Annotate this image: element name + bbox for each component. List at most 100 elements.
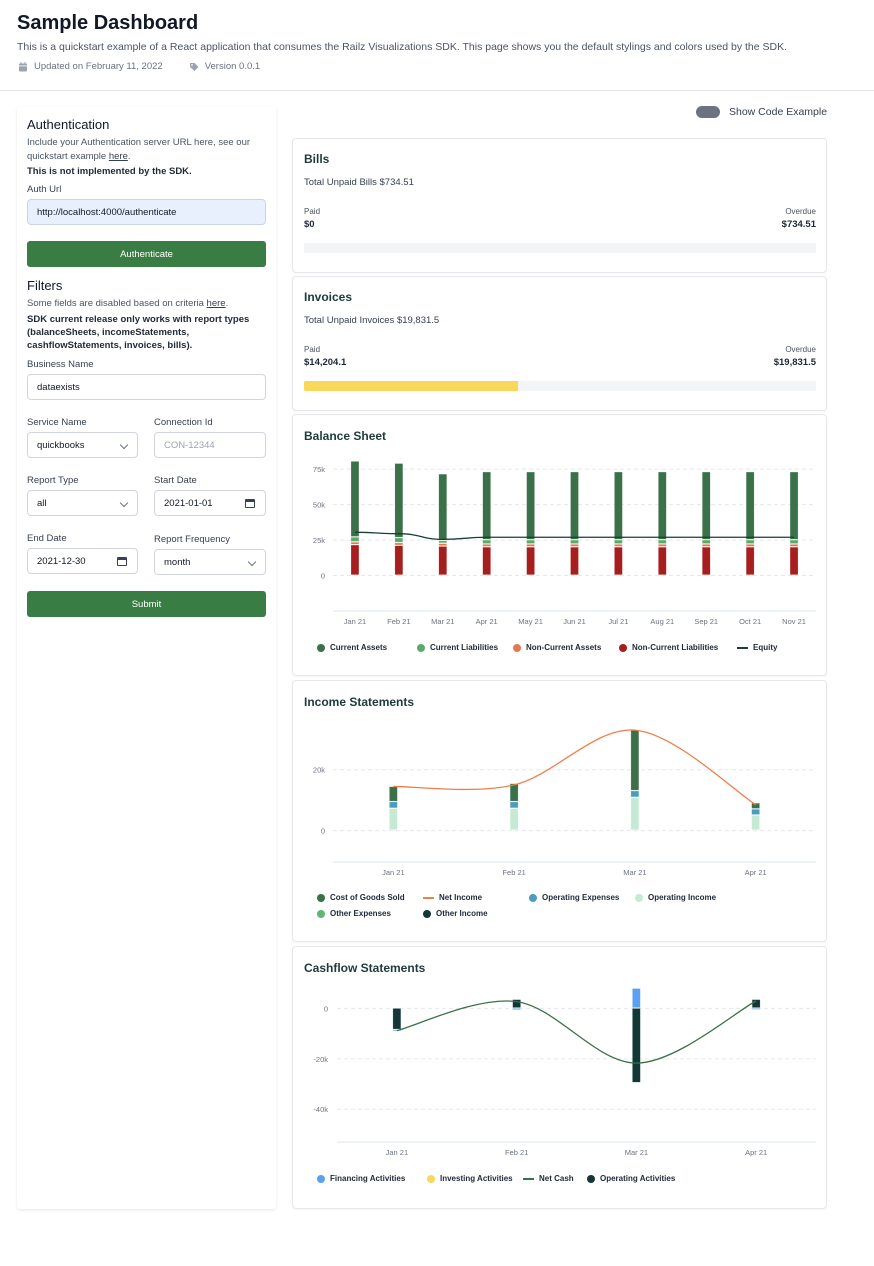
- legend-item-cost-of-goods-sold[interactable]: Cost of Goods Sold: [317, 893, 405, 902]
- legend-item-investing-activities[interactable]: Investing Activities: [427, 1174, 513, 1183]
- bar-non-current-assets[interactable]: [438, 543, 448, 546]
- bar-current-assets[interactable]: [701, 471, 711, 540]
- bar-operating-activities[interactable]: [751, 999, 761, 1008]
- business-name-input[interactable]: dataexists: [27, 374, 266, 400]
- bar-operating-expenses[interactable]: [751, 809, 760, 815]
- legend-swatch-icon: [317, 909, 325, 918]
- filters-note: SDK current release only works with repo…: [27, 314, 250, 351]
- bar-current-assets[interactable]: [438, 473, 448, 541]
- submit-button[interactable]: Submit: [27, 591, 266, 617]
- legend-item-other-income[interactable]: Other Income: [423, 909, 488, 918]
- bar-non-current-assets[interactable]: [745, 544, 755, 547]
- bar-current-liabilities[interactable]: [438, 540, 448, 544]
- bar-non-current-assets[interactable]: [658, 544, 667, 547]
- bar-cost-of-goods-sold[interactable]: [389, 786, 398, 802]
- end-date-input[interactable]: 2021-12-30: [27, 548, 138, 574]
- legend-item-non-current-assets[interactable]: Non-Current Assets: [513, 643, 601, 652]
- bar-current-assets[interactable]: [570, 471, 579, 540]
- page-meta: Updated on February 11, 2022 Version 0.0…: [18, 61, 260, 72]
- report-frequency-select[interactable]: month: [154, 549, 266, 575]
- bar-current-assets[interactable]: [350, 461, 360, 537]
- bar-non-current-liabilities[interactable]: [701, 546, 711, 575]
- bar-operating-income[interactable]: [630, 797, 640, 831]
- bar-operating-income[interactable]: [509, 808, 519, 831]
- bar-non-current-liabilities[interactable]: [570, 546, 579, 575]
- legend-item-other-expenses[interactable]: Other Expenses: [317, 909, 391, 918]
- bar-financing-activities[interactable]: [751, 1008, 761, 1010]
- bar-non-current-assets[interactable]: [350, 541, 360, 545]
- connection-id-input[interactable]: CON-12344: [154, 432, 266, 458]
- bar-current-liabilities[interactable]: [526, 539, 535, 544]
- calendar-icon[interactable]: [117, 557, 127, 566]
- bar-operating-income[interactable]: [751, 815, 760, 831]
- report-type-value: all: [37, 497, 47, 509]
- bar-current-assets[interactable]: [614, 471, 623, 540]
- bar-current-liabilities[interactable]: [789, 539, 799, 544]
- bar-non-current-assets[interactable]: [701, 544, 711, 547]
- bar-current-liabilities[interactable]: [482, 539, 491, 544]
- bar-current-liabilities[interactable]: [570, 539, 579, 544]
- start-date-input[interactable]: 2021-01-01: [154, 490, 266, 516]
- bar-operating-activities[interactable]: [392, 1008, 402, 1030]
- bar-non-current-liabilities[interactable]: [526, 546, 535, 575]
- bar-current-liabilities[interactable]: [350, 537, 360, 542]
- bar-operating-expenses[interactable]: [389, 801, 398, 809]
- bar-current-assets[interactable]: [394, 463, 404, 538]
- bar-current-assets[interactable]: [658, 471, 667, 540]
- legend-item-equity[interactable]: Equity: [737, 643, 777, 652]
- bar-non-current-liabilities[interactable]: [745, 546, 755, 575]
- bar-non-current-assets[interactable]: [614, 544, 623, 547]
- legend-label: Operating Activities: [600, 1174, 676, 1183]
- filters-criteria-link[interactable]: here: [207, 298, 226, 309]
- bar-non-current-assets[interactable]: [482, 544, 491, 547]
- bar-current-liabilities[interactable]: [745, 539, 755, 544]
- bar-non-current-liabilities[interactable]: [394, 545, 404, 575]
- calendar-icon[interactable]: [245, 499, 255, 508]
- bar-financing-activities[interactable]: [512, 1008, 521, 1010]
- authenticate-button[interactable]: Authenticate: [27, 241, 266, 267]
- bar-non-current-assets[interactable]: [526, 544, 535, 547]
- bar-operating-income[interactable]: [389, 808, 398, 831]
- x-tick-label: Feb 21: [387, 617, 410, 626]
- legend-item-operating-activities[interactable]: Operating Activities: [587, 1174, 675, 1183]
- report-type-select[interactable]: all: [27, 490, 138, 516]
- legend-item-net-cash[interactable]: Net Cash: [523, 1174, 574, 1183]
- bar-non-current-liabilities[interactable]: [438, 546, 448, 575]
- auth-url-input[interactable]: http://localhost:4000/authenticate: [27, 199, 266, 225]
- legend-item-net-income[interactable]: Net Income: [423, 893, 482, 902]
- service-name-select[interactable]: quickbooks: [27, 432, 138, 458]
- bar-non-current-assets[interactable]: [394, 542, 404, 546]
- bar-current-assets[interactable]: [789, 471, 799, 540]
- bar-non-current-liabilities[interactable]: [350, 544, 360, 575]
- bar-operating-expenses[interactable]: [509, 801, 519, 809]
- show-code-toggle[interactable]: [696, 106, 720, 118]
- bar-non-current-assets[interactable]: [570, 544, 579, 547]
- business-name-label: Business Name: [27, 359, 94, 370]
- legend-item-financing-activities[interactable]: Financing Activities: [317, 1174, 405, 1183]
- bar-non-current-liabilities[interactable]: [614, 546, 623, 575]
- x-tick-label: Jan 21: [344, 617, 367, 626]
- bar-cost-of-goods-sold[interactable]: [509, 783, 519, 802]
- legend-item-operating-expenses[interactable]: Operating Expenses: [529, 893, 619, 902]
- bar-financing-activities[interactable]: [632, 988, 641, 1008]
- bar-non-current-liabilities[interactable]: [789, 546, 799, 575]
- legend-item-non-current-liabilities[interactable]: Non-Current Liabilities: [619, 643, 718, 652]
- bar-current-liabilities[interactable]: [701, 539, 711, 544]
- bar-non-current-liabilities[interactable]: [482, 546, 491, 575]
- legend-item-operating-income[interactable]: Operating Income: [635, 893, 716, 902]
- auth-quickstart-link[interactable]: here: [109, 151, 128, 162]
- bar-operating-expenses[interactable]: [630, 790, 640, 798]
- bar-current-liabilities[interactable]: [614, 539, 623, 544]
- bar-current-assets[interactable]: [745, 471, 755, 540]
- bar-current-assets[interactable]: [482, 471, 491, 540]
- legend-item-current-liabilities[interactable]: Current Liabilities: [417, 643, 498, 652]
- bar-current-assets[interactable]: [526, 471, 535, 540]
- bar-non-current-assets[interactable]: [789, 544, 799, 547]
- bar-current-liabilities[interactable]: [658, 539, 667, 544]
- bar-current-liabilities[interactable]: [394, 537, 404, 543]
- legend-item-current-assets[interactable]: Current Assets: [317, 643, 387, 652]
- show-code-toggle-wrap[interactable]: Show Code Example: [696, 106, 827, 118]
- bar-cost-of-goods-sold[interactable]: [630, 729, 640, 791]
- bar-operating-activities[interactable]: [632, 1008, 641, 1083]
- bar-non-current-liabilities[interactable]: [658, 546, 667, 575]
